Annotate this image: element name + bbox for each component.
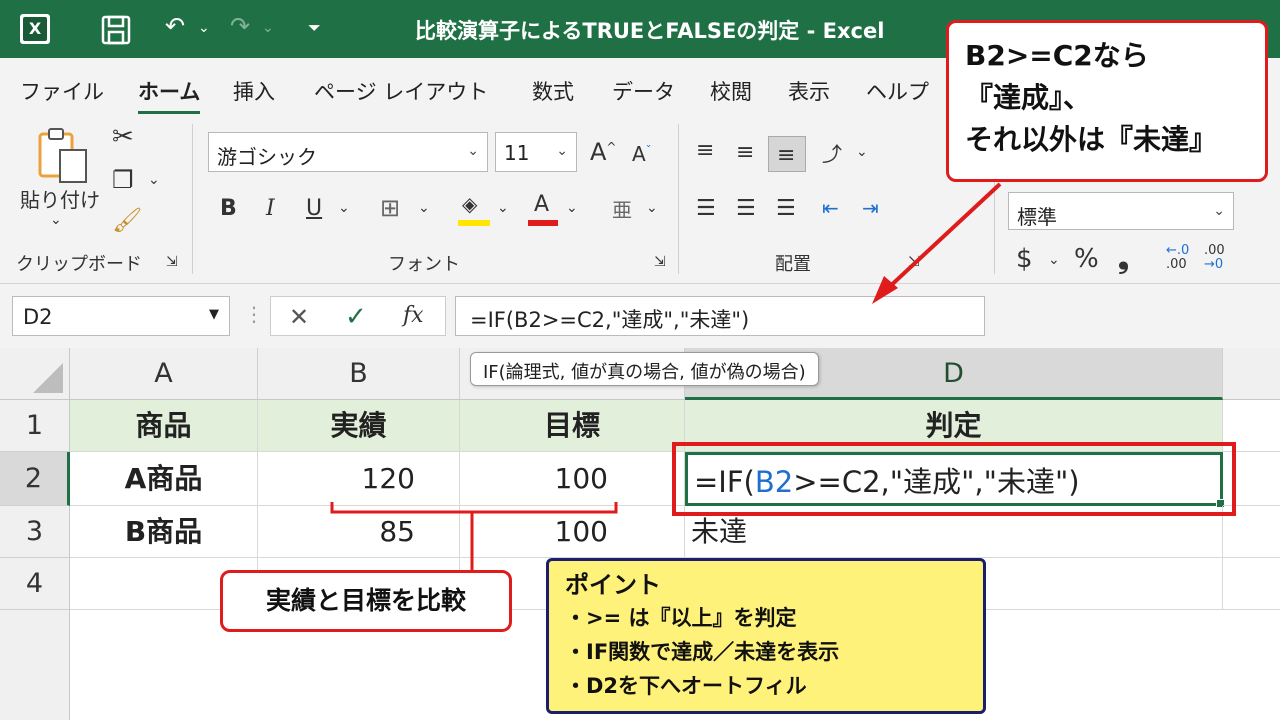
font-group-label: フォント xyxy=(388,254,460,275)
enter-check-icon[interactable]: ✓ xyxy=(345,302,367,332)
phonetic-dropdown-chevron-icon[interactable]: ⌄ xyxy=(646,200,658,216)
align-left-icon[interactable]: ☰ xyxy=(696,196,716,221)
function-tooltip: IF(論理式, 値が真の場合, 値が偽の場合) xyxy=(470,352,819,386)
chevron-down-icon: ⌄ xyxy=(1213,203,1225,219)
tab-page-layout[interactable]: ページ レイアウト xyxy=(314,76,488,106)
clipboard-launcher-icon[interactable]: ⇲ xyxy=(166,254,178,270)
condition-callout: B2>=C2なら 『達成』、 それ以外は『未達』 xyxy=(946,20,1268,182)
paste-dropdown-chevron-icon[interactable]: ⌄ xyxy=(50,212,62,228)
point-box: ポイント ・>= は『以上』を判定 ・IF関数で達成／未達を表示 ・D2を下へオ… xyxy=(546,558,986,714)
copy-dropdown-chevron-icon[interactable]: ⌄ xyxy=(148,172,160,188)
paste-button-label[interactable]: 貼り付け xyxy=(20,184,100,213)
formula-cell-highlight xyxy=(672,442,1236,516)
tab-help[interactable]: ヘルプ xyxy=(866,76,929,106)
decrease-decimal-icon[interactable]: .00 →0 xyxy=(1204,244,1225,272)
tab-view[interactable]: 表示 xyxy=(788,76,830,106)
align-right-icon[interactable]: ☰ xyxy=(776,196,796,221)
undo-dropdown-chevron-icon[interactable]: ⌄ xyxy=(198,20,210,36)
cell-c1[interactable]: 目標 xyxy=(460,400,685,452)
fill-color-icon[interactable]: ◈ xyxy=(458,192,490,228)
underline-dropdown-chevron-icon[interactable]: ⌄ xyxy=(338,200,350,216)
customize-toolbar-icon[interactable]: ⏷ xyxy=(308,18,321,38)
row-header-3[interactable]: 3 xyxy=(0,506,70,558)
orientation-icon[interactable]: ⤴ xyxy=(822,138,842,167)
chevron-down-icon: ⌄ xyxy=(556,143,568,159)
formula-bar: D2 ▼ ⋮ ✕ ✓ fx =IF(B2>=C2,"達成","未達") xyxy=(0,284,1280,348)
align-bottom-icon: ≡ xyxy=(777,143,796,168)
fill-color-dropdown-chevron-icon[interactable]: ⌄ xyxy=(497,200,509,216)
bold-button[interactable]: B xyxy=(220,196,237,221)
chevron-down-icon: ⌄ xyxy=(467,143,479,159)
callout-arrow xyxy=(872,182,1002,304)
tab-formulas[interactable]: 数式 xyxy=(532,76,574,106)
format-painter-icon[interactable]: 🖌 xyxy=(112,206,142,234)
clipboard-group-label: クリップボード xyxy=(16,254,142,275)
increase-decimal-icon[interactable]: ←.0.00 xyxy=(1166,244,1189,272)
currency-dropdown-chevron-icon[interactable]: ⌄ xyxy=(1048,252,1060,268)
redo-dropdown-chevron-icon[interactable]: ⌄ xyxy=(262,20,274,36)
tab-data[interactable]: データ xyxy=(612,76,675,106)
divider xyxy=(678,124,679,274)
cell-a3[interactable]: B商品 xyxy=(70,506,258,558)
number-format-dropdown[interactable]: 標準 ⌄ xyxy=(1008,192,1234,230)
save-icon[interactable] xyxy=(100,14,132,46)
undo-icon[interactable]: ↶ xyxy=(165,12,185,40)
borders-dropdown-chevron-icon[interactable]: ⌄ xyxy=(418,200,430,216)
decrease-font-size-icon[interactable]: Aˇ xyxy=(632,142,651,166)
insert-function-icon[interactable]: fx xyxy=(403,303,424,328)
more-options-icon[interactable]: ⋮ xyxy=(244,302,264,326)
cancel-icon[interactable]: ✕ xyxy=(289,303,309,331)
comma-style-button[interactable]: ❟ xyxy=(1118,242,1129,276)
paste-icon[interactable] xyxy=(36,124,92,186)
cell-a2[interactable]: A商品 xyxy=(70,452,258,506)
cell-a1[interactable]: 商品 xyxy=(70,400,258,452)
decrease-indent-icon[interactable]: ⇤ xyxy=(822,196,839,220)
underline-button[interactable]: U xyxy=(306,196,322,221)
align-middle-icon[interactable]: ≡ xyxy=(736,140,754,165)
column-header-b[interactable]: B xyxy=(258,348,460,400)
point-item: ・>= は『以上』を判定 xyxy=(565,606,797,630)
increase-font-size-icon[interactable]: A^ xyxy=(590,138,616,166)
point-title: ポイント xyxy=(565,571,661,599)
borders-icon[interactable]: ⊞ xyxy=(380,194,400,222)
window-title: 比較演算子によるTRUEとFALSEの判定 - Excel xyxy=(415,19,885,43)
row-header-4[interactable]: 4 xyxy=(0,558,70,610)
percent-format-button[interactable]: % xyxy=(1074,244,1099,274)
name-box[interactable]: D2 ▼ xyxy=(12,296,230,336)
row-header-1[interactable]: 1 xyxy=(0,400,70,452)
formula-buttons: ✕ ✓ fx xyxy=(270,296,446,336)
excel-logo-icon: X xyxy=(20,14,50,44)
tab-review[interactable]: 校閲 xyxy=(710,76,752,106)
copy-icon[interactable]: ❐ xyxy=(112,166,134,194)
align-center-icon[interactable]: ☰ xyxy=(736,196,756,221)
column-header-a[interactable]: A xyxy=(70,348,258,400)
font-color-dropdown-chevron-icon[interactable]: ⌄ xyxy=(566,200,578,216)
column-header-e[interactable] xyxy=(1223,348,1280,400)
point-item: ・IF関数で達成／未達を表示 xyxy=(565,640,840,664)
align-top-icon[interactable]: ≡ xyxy=(696,138,714,163)
tab-insert[interactable]: 挿入 xyxy=(233,76,275,106)
select-all-corner[interactable] xyxy=(0,348,70,400)
font-size-dropdown[interactable]: 11 ⌄ xyxy=(495,132,577,172)
divider xyxy=(192,124,193,274)
font-color-icon[interactable]: A xyxy=(528,192,558,228)
redo-icon[interactable]: ↷ xyxy=(230,12,250,40)
phonetic-guide-icon[interactable]: 亜 xyxy=(612,194,632,223)
tab-file[interactable]: ファイル xyxy=(20,76,104,106)
italic-button[interactable]: I xyxy=(266,196,275,221)
cell-e4[interactable] xyxy=(1223,558,1280,610)
align-bottom-button[interactable]: ≡ xyxy=(768,136,806,172)
point-item: ・D2を下へオートフィル xyxy=(565,674,807,698)
cell-b1[interactable]: 実績 xyxy=(258,400,460,452)
font-name-dropdown[interactable]: 游ゴシック ⌄ xyxy=(208,132,488,172)
row-header-filler xyxy=(0,610,70,720)
name-box-dropdown-icon[interactable]: ▼ xyxy=(209,307,219,322)
font-launcher-icon[interactable]: ⇲ xyxy=(654,254,666,270)
cut-icon[interactable]: ✂ xyxy=(112,122,134,152)
compare-callout: 実績と目標を比較 xyxy=(220,570,512,632)
tab-home[interactable]: ホーム xyxy=(138,76,201,114)
row-header-2[interactable]: 2 xyxy=(0,452,70,506)
alignment-group-label: 配置 xyxy=(775,254,811,275)
orientation-dropdown-chevron-icon[interactable]: ⌄ xyxy=(856,144,868,160)
